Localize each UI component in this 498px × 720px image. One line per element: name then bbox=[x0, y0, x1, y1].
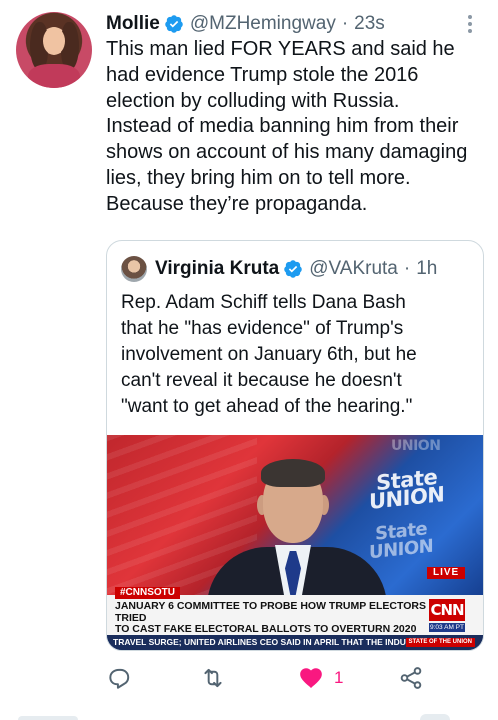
tweet-text: This man lied FOR YEARS and said he had … bbox=[106, 38, 468, 215]
author-handle[interactable]: @MZHemingway bbox=[190, 13, 336, 35]
tweet-header: Mollie @MZHemingway · 23s bbox=[106, 12, 385, 36]
ticker-tag: STATE OF THE UNION bbox=[405, 638, 475, 647]
author-avatar[interactable] bbox=[16, 12, 92, 88]
quoted-author-name[interactable]: Virginia Kruta bbox=[155, 258, 279, 280]
news-ticker: TRAVEL SURGE; UNITED AIRLINES CEO SAID I… bbox=[107, 635, 483, 650]
like-button[interactable]: 1 bbox=[298, 664, 343, 692]
video-subject bbox=[197, 457, 397, 617]
quoted-tweet[interactable]: Virginia Kruta @VAKruta · 1h Rep. Adam S… bbox=[106, 240, 484, 651]
reply-icon bbox=[109, 668, 130, 689]
like-count: 1 bbox=[334, 668, 344, 687]
live-badge: LIVE bbox=[427, 567, 466, 579]
avatar-face bbox=[43, 27, 65, 55]
tweet-actions: 1 bbox=[106, 664, 426, 692]
show-logo-top: UNION bbox=[391, 438, 441, 454]
hashtag-label: #CNNSOTU bbox=[115, 587, 181, 599]
quoted-tweet-text: Rep. Adam Schiff tells Dana Bash that he… bbox=[121, 292, 417, 417]
verified-badge-icon bbox=[284, 260, 302, 278]
author-name[interactable]: Mollie bbox=[106, 13, 160, 35]
meta-separator: · bbox=[341, 13, 349, 34]
subject-hair bbox=[261, 459, 325, 487]
network-logo: CNN bbox=[429, 599, 465, 621]
share-button[interactable] bbox=[398, 664, 424, 692]
quoted-timestamp[interactable]: 1h bbox=[416, 258, 437, 280]
heart-icon bbox=[300, 668, 322, 688]
retweet-button[interactable] bbox=[200, 664, 226, 692]
next-tweet-edge bbox=[0, 712, 498, 720]
verified-badge-icon bbox=[165, 15, 183, 33]
quoted-author-handle[interactable]: @VAKruta bbox=[309, 258, 398, 280]
broadcast-clock: 9:03 AM PT bbox=[429, 623, 465, 632]
more-options-icon[interactable] bbox=[460, 12, 480, 36]
tweet[interactable]: Mollie @MZHemingway · 23s This man lied … bbox=[0, 0, 498, 720]
avatar-clothing bbox=[28, 64, 80, 88]
video-thumbnail[interactable]: UNION State UNION State UNION LIVE #CNNS… bbox=[107, 435, 483, 650]
quoted-author-avatar[interactable] bbox=[121, 256, 147, 282]
share-icon bbox=[400, 667, 422, 689]
quoted-meta-separator: · bbox=[403, 258, 411, 279]
tweet-timestamp[interactable]: 23s bbox=[354, 13, 385, 35]
retweet-icon bbox=[204, 668, 222, 688]
reply-button[interactable] bbox=[106, 664, 132, 692]
quoted-tweet-header: Virginia Kruta @VAKruta · 1h bbox=[121, 256, 437, 282]
ticker-text: TRAVEL SURGE; UNITED AIRLINES CEO SAID I… bbox=[113, 637, 439, 647]
